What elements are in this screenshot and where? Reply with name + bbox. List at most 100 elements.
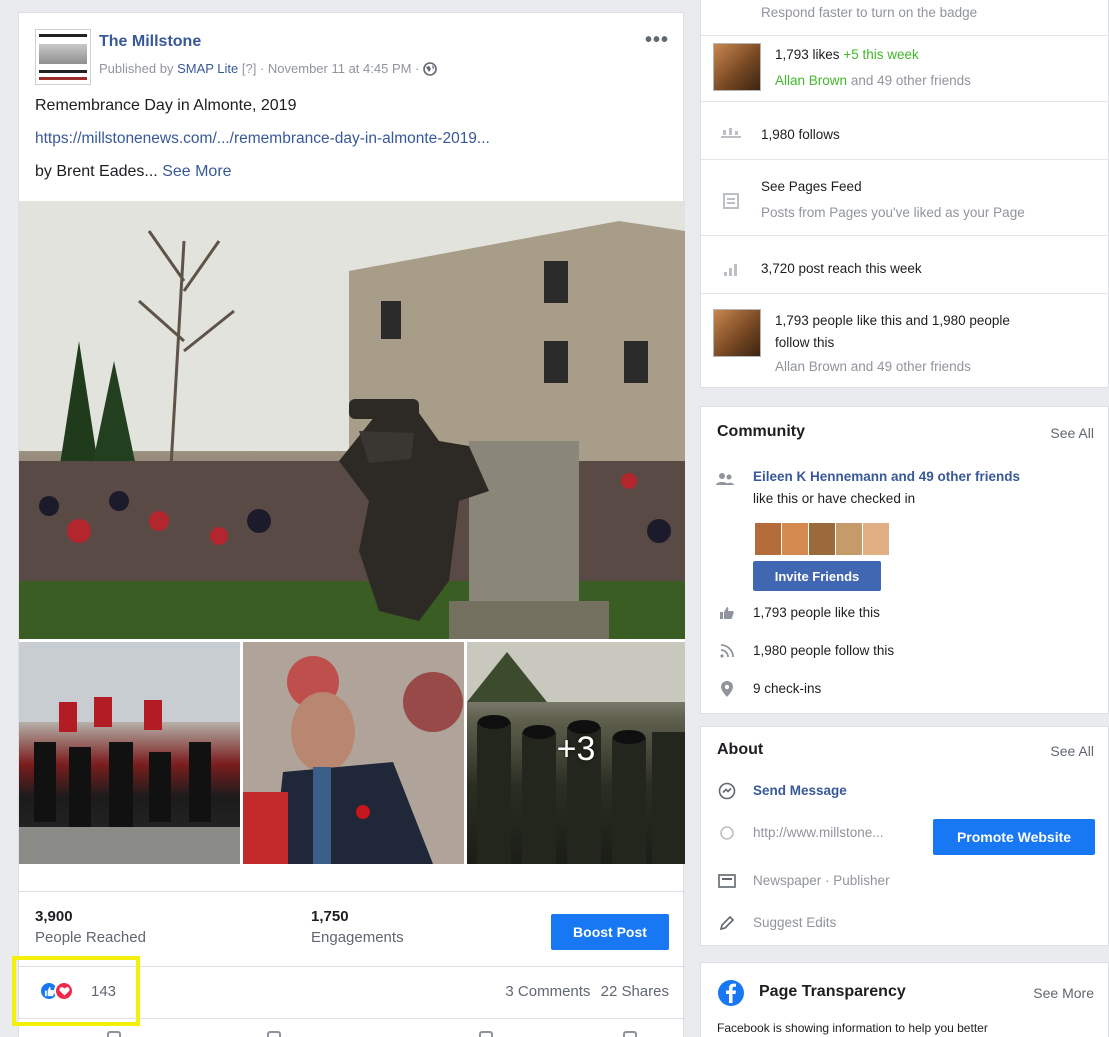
- about-card: About See All Send Message http://www.mi…: [700, 726, 1109, 946]
- send-message-link[interactable]: Send Message: [753, 783, 847, 798]
- website-icon: [717, 823, 737, 843]
- divider: [701, 101, 1109, 102]
- logo-bar: [39, 70, 87, 73]
- transparency-see-more[interactable]: See More: [1033, 985, 1094, 1001]
- divider: [701, 35, 1109, 36]
- engagements-value: 1,750: [311, 908, 349, 925]
- pages-feed-sub: Posts from Pages you've liked as your Pa…: [761, 205, 1025, 220]
- people-reached-value: 3,900: [35, 908, 73, 925]
- publisher-app-link[interactable]: SMAP Lite: [177, 61, 238, 76]
- friend-avatar[interactable]: [713, 309, 761, 357]
- friends-icon: [715, 469, 735, 489]
- photo-thumb-1[interactable]: [19, 642, 240, 864]
- pencil-icon: [717, 913, 737, 933]
- divider: [701, 235, 1109, 236]
- comments-shares: 3 Comments 22 Shares: [505, 983, 669, 1000]
- comment-action-icon[interactable]: [267, 1031, 281, 1037]
- reach-chart-icon: [721, 259, 741, 279]
- photo-thumb-3[interactable]: +3: [467, 642, 685, 864]
- page-category: Newspaper · Publisher: [753, 873, 890, 888]
- divider: [701, 293, 1109, 294]
- divider: [701, 159, 1109, 160]
- page-transparency-card: Page Transparency See More Facebook is s…: [700, 962, 1109, 1037]
- parade-illustration: [19, 642, 240, 864]
- page-name-link[interactable]: The Millstone: [99, 33, 201, 51]
- statue-scene-illustration: [19, 201, 685, 639]
- share-action-icon[interactable]: [479, 1031, 493, 1037]
- reaction-highlight-box: [12, 956, 140, 1026]
- thumbs-up-icon: [717, 603, 737, 623]
- post-card: The Millstone Published by SMAP Lite [?]…: [18, 12, 685, 1037]
- likes-friend-name[interactable]: Allan Brown: [775, 73, 847, 88]
- location-pin-icon: [717, 679, 737, 699]
- category-icon: [717, 871, 737, 891]
- logo-image: [39, 44, 87, 64]
- audience-action-icon[interactable]: [623, 1031, 637, 1037]
- suggest-edits-link[interactable]: Suggest Edits: [753, 915, 836, 930]
- friend-avatar[interactable]: [713, 43, 761, 91]
- pages-feed-title[interactable]: See Pages Feed: [761, 179, 862, 194]
- about-heading: About: [717, 741, 764, 758]
- likes-friends: and 49 other friends: [850, 73, 971, 88]
- messenger-icon: [717, 781, 737, 801]
- rss-follow-icon: [717, 641, 737, 661]
- post-timestamp[interactable]: [?] · November 11 at 4:45 PM ·: [242, 61, 420, 76]
- like-follow-line1: 1,793 people like this and 1,980 people: [775, 313, 1010, 328]
- page-avatar[interactable]: [35, 29, 91, 85]
- more-photos-count[interactable]: +3: [467, 730, 685, 769]
- transparency-body: Facebook is showing information to help …: [717, 1021, 988, 1035]
- people-reached-label: People Reached: [35, 929, 146, 946]
- community-heading: Community: [717, 423, 805, 440]
- likes-delta: +5 this week: [843, 47, 919, 62]
- invite-friends-button[interactable]: Invite Friends: [753, 561, 881, 591]
- veteran-illustration: [243, 642, 464, 864]
- post-insights: 3,900 People Reached 1,750 Engagements B…: [19, 891, 685, 963]
- article-link[interactable]: https://millstonenews.com/.../remembranc…: [35, 130, 490, 148]
- logo-bar: [39, 77, 87, 80]
- community-card: Community See All Eileen K Hennemann and…: [700, 406, 1109, 714]
- community-checkins[interactable]: 9 check-ins: [753, 681, 821, 696]
- like-follow-line2: follow this: [775, 335, 835, 350]
- post-header: The Millstone Published by SMAP Lite [?]…: [35, 29, 675, 89]
- post-reach: 3,720 post reach this week: [761, 261, 922, 276]
- boost-post-button[interactable]: Boost Post: [551, 914, 669, 950]
- badge-hint: Respond faster to turn on the badge: [761, 5, 978, 20]
- engagements-label: Engagements: [311, 929, 404, 946]
- friend-face[interactable]: [755, 523, 781, 555]
- community-see-all[interactable]: See All: [1050, 425, 1094, 441]
- friend-face-pile[interactable]: [755, 523, 890, 555]
- friend-face[interactable]: [836, 523, 862, 555]
- main-photo[interactable]: [19, 201, 685, 639]
- likes-count: 1,793 likes: [775, 47, 840, 62]
- see-more-link[interactable]: See More: [162, 163, 231, 180]
- website-link[interactable]: http://www.millstone...: [753, 825, 884, 840]
- post-title-text: Remembrance Day in Almonte, 2019: [35, 97, 297, 114]
- photo-thumb-2[interactable]: [243, 642, 464, 864]
- about-see-all[interactable]: See All: [1050, 743, 1094, 759]
- facebook-logo-icon: [717, 979, 745, 1007]
- post-byline: by Brent Eades... See More: [35, 163, 232, 181]
- like-follow-friends[interactable]: Allan Brown and 49 other friends: [775, 359, 971, 374]
- pages-feed-icon: [721, 191, 741, 211]
- people-reached-stat: 3,900 People Reached: [35, 908, 146, 946]
- published-prefix: Published by: [99, 61, 174, 76]
- post-options-button[interactable]: •••: [645, 29, 669, 52]
- likes-row[interactable]: 1,793 likes +5 this week: [775, 47, 919, 62]
- comments-link[interactable]: 3 Comments: [505, 983, 590, 1000]
- community-friend-link[interactable]: Eileen K Hennemann and 49 other friends: [753, 469, 1020, 484]
- like-action-icon[interactable]: [107, 1031, 121, 1037]
- post-meta: Published by SMAP Lite [?] · November 11…: [99, 61, 437, 76]
- globe-icon: [423, 61, 437, 76]
- friend-face[interactable]: [809, 523, 835, 555]
- friend-face[interactable]: [782, 523, 808, 555]
- byline-text: by Brent Eades...: [35, 163, 158, 180]
- shares-link[interactable]: 22 Shares: [601, 983, 669, 1000]
- friend-face[interactable]: [863, 523, 889, 555]
- community-follows: 1,980 people follow this: [753, 643, 895, 658]
- engagements-stat: 1,750 Engagements: [311, 908, 404, 946]
- page-stats-card: Respond faster to turn on the badge 1,79…: [700, 0, 1109, 388]
- transparency-heading: Page Transparency: [759, 983, 906, 1000]
- community-friend-sub: like this or have checked in: [753, 491, 916, 506]
- follows-icon: [721, 125, 741, 145]
- promote-website-button[interactable]: Promote Website: [933, 819, 1095, 855]
